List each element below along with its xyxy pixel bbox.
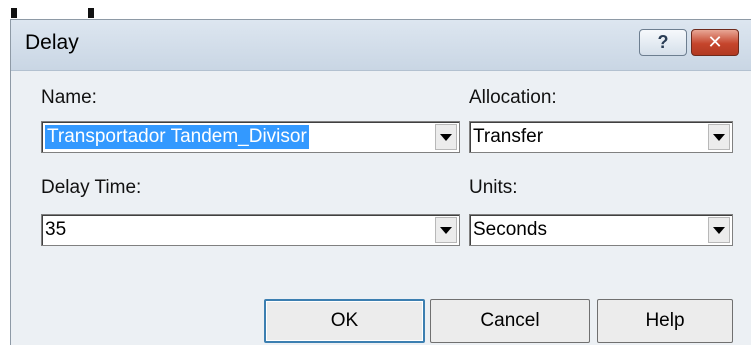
units-label: Units: <box>469 177 518 198</box>
name-value: Transportador Tandem_Divisor <box>45 125 309 149</box>
delay-time-combobox[interactable]: 35 <box>41 214 460 246</box>
allocation-dropdown-button[interactable] <box>708 124 730 150</box>
name-dropdown-button[interactable] <box>435 124 457 150</box>
units-dropdown-button[interactable] <box>708 217 730 243</box>
chevron-down-icon <box>440 133 452 141</box>
units-combobox[interactable]: Seconds <box>469 214 733 246</box>
name-label: Name: <box>41 87 97 108</box>
help-button[interactable]: Help <box>597 299 733 343</box>
ok-button[interactable]: OK <box>264 299 425 343</box>
delay-time-dropdown-button[interactable] <box>435 217 457 243</box>
allocation-label: Allocation: <box>469 87 557 108</box>
help-icon[interactable]: ? <box>639 29 687 56</box>
chevron-down-icon <box>713 226 725 234</box>
screen-artifact <box>88 8 94 18</box>
chevron-down-icon <box>440 226 452 234</box>
units-value: Seconds <box>473 219 547 240</box>
delay-time-label: Delay Time: <box>41 177 142 198</box>
delay-time-value: 35 <box>45 219 67 240</box>
close-icon[interactable]: ✕ <box>691 29 739 56</box>
delay-dialog: Delay ? ✕ Name: Transportador Tandem_Div… <box>10 19 751 345</box>
title-bar[interactable]: Delay ? ✕ <box>11 20 751 71</box>
allocation-value: Transfer <box>473 126 544 147</box>
chevron-down-icon <box>713 133 725 141</box>
allocation-combobox[interactable]: Transfer <box>469 121 733 153</box>
screen-artifact <box>11 8 17 18</box>
name-combobox[interactable]: Transportador Tandem_Divisor <box>41 121 460 153</box>
dialog-title: Delay <box>25 31 79 54</box>
cancel-button[interactable]: Cancel <box>430 299 590 343</box>
